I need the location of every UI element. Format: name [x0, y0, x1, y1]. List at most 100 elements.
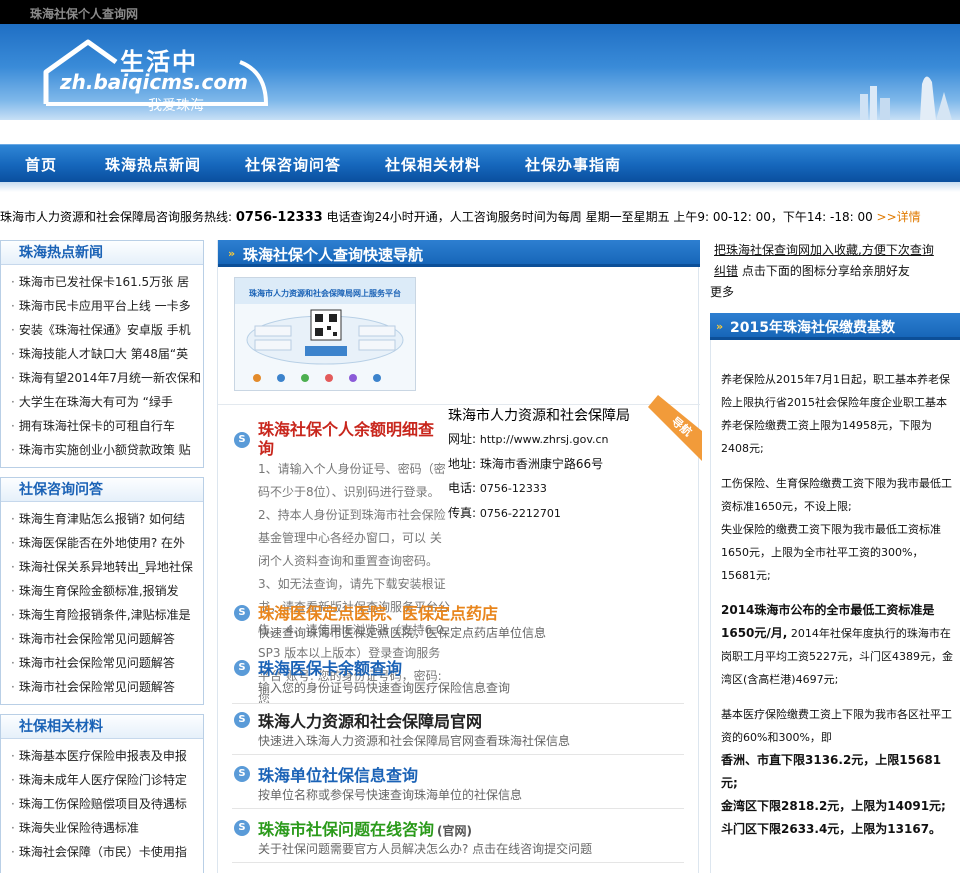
medical-paragraph: 基本医疗保险缴费工资上下限为我市各区社平工资的60%和300%，即 香洲、市直下限… — [721, 708, 952, 836]
list-item[interactable]: · 珠海基本医疗保险申报表及申报 — [11, 744, 201, 768]
contribution-base-title: 2015年珠海社保缴费基数 — [730, 320, 895, 336]
materials-title[interactable]: 社保相关材料 — [1, 715, 203, 739]
list-item[interactable]: · 珠海市实施创业小额贷款政策 贴 — [11, 438, 201, 462]
main-nav: 首页 珠海热点新闻 社保咨询问答 社保相关材料 社保办事指南 — [0, 144, 960, 182]
site-logo[interactable]: 生活中 zh.baiqicms.com 我爱珠海 — [40, 36, 270, 116]
list-item[interactable]: · 珠海市民卡应用平台上线 一卡多 — [11, 294, 201, 318]
list-item[interactable]: · 珠海医保能否在外地使用? 在外 — [11, 531, 201, 555]
share-hint: 点击下面的图标分享给亲朋好友 — [741, 264, 910, 278]
share-more-link[interactable]: 更多 — [710, 285, 734, 299]
hotline-more-link[interactable]: >>详情 — [877, 210, 921, 224]
designated-hospital-entry[interactable]: S 珠海医保定点医院、医保定点药店 快速查询珠海市医保定点医院，医保定点药店单位… — [232, 600, 687, 652]
top-strip: 珠海社保个人查询网 — [0, 0, 960, 24]
entry-bullet-icon: S — [234, 660, 250, 676]
balance-query-title[interactable]: 珠海社保个人余额明细查询 — [258, 420, 448, 458]
double-chevron-icon: » — [228, 247, 236, 260]
bureau-name: 珠海市人力资源和社会保障局 — [448, 408, 630, 424]
entry-title[interactable]: 珠海单位社保信息查询 — [258, 762, 418, 786]
bureau-phone-row: 电话: 0756-12333 — [448, 481, 547, 495]
hotline-prefix: 珠海市人力资源和社会保障局咨询服务热线: — [0, 210, 236, 224]
list-item[interactable]: · 珠海市已发社保卡161.5万张 居 — [11, 270, 201, 294]
bureau-address-row: 地址: 珠海市香洲康宁路66号 — [448, 457, 604, 471]
site-name: 珠海社保个人查询网 — [30, 7, 139, 21]
injury-maternity-paragraph: 工伤保险、生育保险缴费工资下限为我市最低工资标准1650元，不设上限; — [721, 477, 952, 513]
min-wage-paragraph: 2014珠海市公布的全市最低工资标准是1650元/月, 2014年社保年度执行的… — [721, 603, 953, 686]
nav-guide[interactable]: 社保办事指南 — [525, 145, 621, 183]
qa-box: 社保咨询问答 · 珠海生育津贴怎么报销? 如何结 · 珠海医保能否在外地使用? 在外… — [0, 477, 204, 705]
hot-news-list: · 珠海市已发社保卡161.5万张 居 · 珠海市民卡应用平台上线 一卡多 · 安装《… — [1, 265, 203, 462]
bureau-website-link[interactable]: http://www.zhrsj.gov.cn — [480, 433, 609, 446]
bureau-fax-row: 传真: 0756-2212701 — [448, 506, 561, 520]
medical-card-balance-entry[interactable]: S 珠海医保卡余额查询 输入您的身份证号码快速查询医疗保险信息查询 — [232, 655, 687, 707]
list-item[interactable]: · 珠海生育津贴怎么报销? 如何结 — [11, 507, 201, 531]
list-item[interactable]: · 珠海社保关系异地转出_异地社保 — [11, 555, 201, 579]
list-item[interactable]: · 珠海市社会保险常见问题解答 — [11, 651, 201, 675]
nav-materials[interactable]: 社保相关材料 — [385, 145, 481, 183]
entry-desc: 快速查询珠海市医保定点医院，医保定点药店单位信息 — [258, 626, 547, 640]
entry-title[interactable]: 珠海医保定点医院、医保定点药店 — [258, 600, 498, 624]
list-item[interactable]: · 拥有珠海社保卡的可租自行车 — [11, 414, 201, 438]
share-area: 把珠海社保查询网加入收藏,方便下次查询 纠错 点击下面的图标分享给亲朋好友 更多 — [710, 240, 960, 303]
entry-bullet-icon: S — [234, 432, 250, 448]
nav-hot-news[interactable]: 珠海热点新闻 — [105, 145, 201, 183]
entry-tag: (官网) — [437, 824, 472, 838]
employer-social-security-entry[interactable]: S 珠海单位社保信息查询 按单位名称或参保号快速查询珠海单位的社保信息 — [232, 764, 687, 816]
nav-qa[interactable]: 社保咨询问答 — [245, 145, 341, 183]
contribution-base-content: 养老保险从2015年7月1日起，职工基本养老保险上限执行省2015社会保险年度企… — [710, 340, 960, 873]
list-item[interactable]: · 珠海未成年人医疗保险门诊特定 — [11, 768, 201, 792]
divider — [232, 754, 684, 755]
divider — [232, 808, 684, 809]
list-item[interactable]: · 珠海市社会保险常见问题解答 — [11, 627, 201, 651]
quick-nav-title: 珠海社保个人查询快速导航 — [243, 246, 424, 264]
materials-box: 社保相关材料 · 珠海基本医疗保险申报表及申报 · 珠海未成年人医疗保险门诊特定 ·… — [0, 714, 204, 873]
list-item[interactable]: · 大学生在珠海大有可为 “绿手 — [11, 390, 201, 414]
bureau-official-site-entry[interactable]: S 珠海人力资源和社会保障局官网 快速进入珠海人力资源和社会保障局官网查看珠海社… — [232, 710, 687, 762]
double-chevron-icon: » — [716, 320, 724, 333]
entry-title[interactable]: 珠海人力资源和社会保障局官网 — [258, 708, 482, 732]
entry-desc: 按单位名称或参保号快速查询珠海单位的社保信息 — [258, 788, 523, 802]
hotline-number: 0756-12333 — [235, 210, 323, 225]
banner-gap — [0, 120, 960, 144]
list-item[interactable]: · 珠海技能人才缺口大 第48届“英 — [11, 342, 201, 366]
bookmark-link[interactable]: 把珠海社保查询网加入收藏,方便下次查询 — [714, 243, 934, 257]
contribution-base-header: » 2015年珠海社保缴费基数 — [710, 313, 960, 340]
service-platform-thumbnail[interactable]: 珠海市人力资源和社会保障局网上服务平台 — [234, 277, 416, 391]
qa-title[interactable]: 社保咨询问答 — [1, 478, 203, 502]
list-item[interactable]: · 珠海社会保障（市民）卡使用指 — [11, 840, 201, 864]
materials-list: · 珠海基本医疗保险申报表及申报 · 珠海未成年人医疗保险门诊特定 · 珠海工伤保险赔… — [1, 739, 203, 864]
divider — [232, 862, 684, 863]
entry-desc: 关于社保问题需要官方人员解决怎么办? 点击在线咨询提交问题 — [258, 842, 593, 856]
entry-desc: 输入您的身份证号码快速查询医疗保险信息查询 — [258, 681, 511, 695]
list-item[interactable]: · 珠海市社会保险常见问题解答 — [11, 675, 201, 699]
platform-screenshot-image: 珠海市人力资源和社会保障局网上服务平台 — [235, 278, 415, 382]
entry-desc: 快速进入珠海人力资源和社会保障局官网查看珠海社保信息 — [258, 734, 571, 748]
hot-news-title[interactable]: 珠海热点新闻 — [1, 241, 203, 265]
quick-nav-header: » 珠海社保个人查询快速导航 — [218, 240, 700, 267]
quick-nav-panel: » 珠海社保个人查询快速导航 珠海市人力资源和社会保障局网上服务平台 导航 S — [217, 240, 702, 873]
bureau-info: 珠海市人力资源和社会保障局 网址: http://www.zhrsj.gov.c… — [448, 405, 678, 526]
city-skyline-image — [860, 76, 952, 120]
qa-list: · 珠海生育津贴怎么报销? 如何结 · 珠海医保能否在外地使用? 在外 · 珠海社保关… — [1, 502, 203, 699]
bureau-website-row: 网址: http://www.zhrsj.gov.cn — [448, 432, 609, 446]
list-item[interactable]: · 珠海工伤保险赔偿项目及待遇标 — [11, 792, 201, 816]
nav-home[interactable]: 首页 — [25, 145, 57, 183]
logo-url: zh.baiqicms.com — [60, 70, 248, 94]
entry-title[interactable]: 珠海市社保问题在线咨询 (官网) — [258, 816, 472, 840]
entry-bullet-icon: S — [234, 712, 250, 728]
report-error-link[interactable]: 纠错 — [714, 264, 738, 278]
list-item[interactable]: · 珠海生育保险金额标准,报销发 — [11, 579, 201, 603]
entry-title[interactable]: 珠海医保卡余额查询 — [258, 655, 402, 679]
list-item[interactable]: · 珠海失业保险待遇标准 — [11, 816, 201, 840]
online-consult-entry[interactable]: S 珠海市社保问题在线咨询 (官网) 关于社保问题需要官方人员解决怎么办? 点击在… — [232, 818, 687, 870]
list-item[interactable]: · 珠海有望2014年7月统一新农保和 — [11, 366, 201, 390]
entry-bullet-icon: S — [234, 766, 250, 782]
logo-subtitle: 我爱珠海 — [148, 98, 204, 114]
divider — [232, 703, 684, 704]
hotline-text: 电话查询24小时开通，人工咨询服务时间为每周 星期一至星期五 上午9: 00-1… — [322, 210, 877, 224]
pension-paragraph: 养老保险从2015年7月1日起，职工基本养老保险上限执行省2015社会保险年度企… — [721, 373, 950, 455]
list-item[interactable]: · 珠海生育险报销条件,津贴标准是 — [11, 603, 201, 627]
svg-text:珠海市人力资源和社会保障局网上服务平台: 珠海市人力资源和社会保障局网上服务平台 — [249, 288, 401, 298]
list-item[interactable]: · 安装《珠海社保通》安卓版 手机 — [11, 318, 201, 342]
nav-shadow — [0, 182, 960, 192]
hotline-bar: 珠海市人力资源和社会保障局咨询服务热线: 0756-12333 电话查询24小时… — [0, 208, 960, 228]
